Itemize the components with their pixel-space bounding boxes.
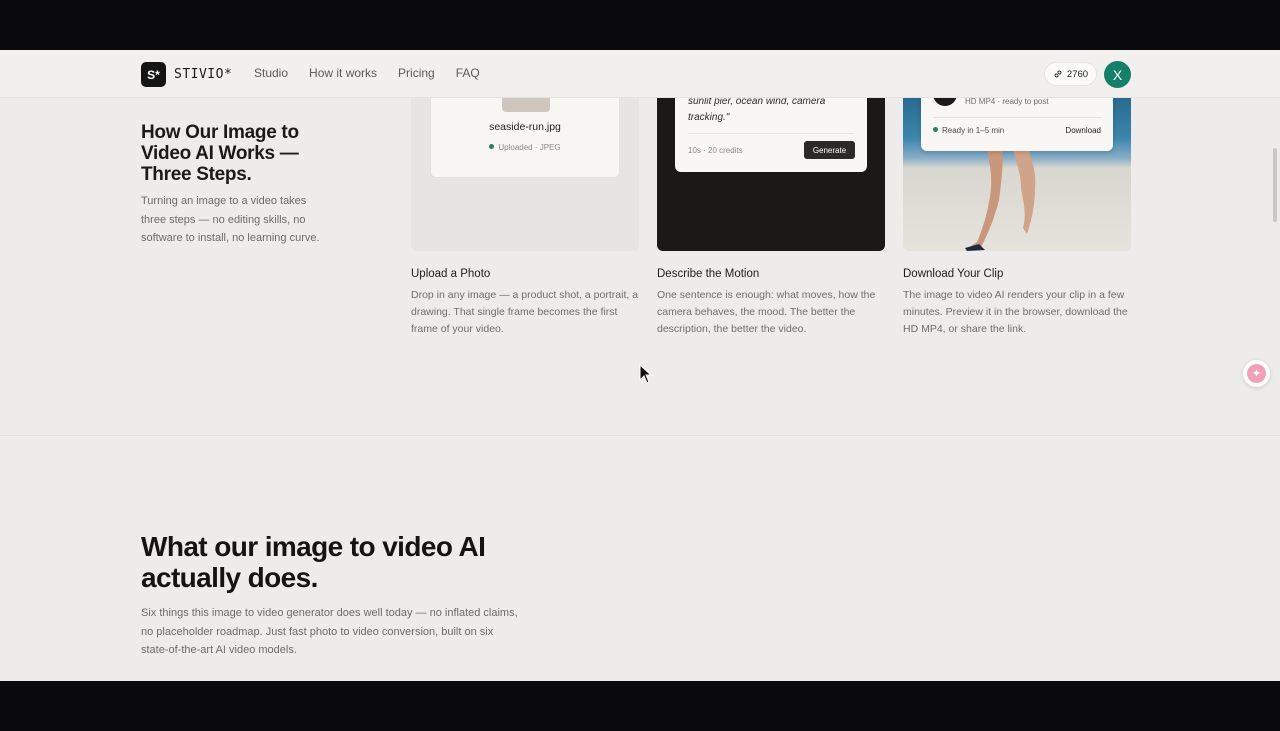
prompt-text: sunlit pier, ocean wind, camera tracking… — [688, 98, 826, 123]
step-description-upload: Drop in any image — a product shot, a po… — [411, 289, 639, 335]
ready-status: Ready in 1–5 min — [933, 126, 1004, 135]
step-title-download: Download Your Clip — [903, 268, 1004, 280]
file-format: HD MP4 · ready to post — [965, 98, 1049, 106]
step-description-download: The image to video AI renders your clip … — [903, 289, 1128, 335]
divider — [933, 117, 1101, 118]
floating-assistant-button[interactable]: ✦ — [1243, 360, 1270, 387]
features-description: Six things this image to video generator… — [141, 607, 518, 656]
sparkle-icon: ✦ — [1247, 364, 1266, 383]
features-title: What our image to video AI actually does… — [141, 531, 486, 593]
step-title-describe: Describe the Motion — [657, 268, 760, 280]
nav-link-how-it-works[interactable]: How it works — [309, 66, 377, 80]
video-thumbnail — [933, 98, 957, 106]
download-button[interactable]: Download — [1065, 126, 1101, 135]
logo-text: STIVIO* — [174, 67, 233, 82]
generate-button[interactable]: Generate — [804, 141, 855, 159]
upload-status: Uploaded · JPEG — [431, 143, 619, 152]
step-title-upload: Upload a Photo — [411, 268, 491, 280]
download-panel: HD MP4 · ready to post Ready in 1–5 min … — [921, 98, 1113, 151]
top-navigation: S* STIVIO* Studio How it works Pricing F… — [0, 50, 1280, 98]
divider — [688, 133, 854, 134]
nav-links: Studio How it works Pricing FAQ — [254, 66, 501, 80]
user-avatar[interactable]: X — [1104, 61, 1131, 88]
scrollbar-thumb[interactable] — [1273, 148, 1277, 222]
brand-logo[interactable]: S* STIVIO* — [141, 62, 232, 87]
nav-link-pricing[interactable]: Pricing — [398, 66, 435, 80]
status-dot — [933, 127, 938, 132]
link-icon — [1054, 70, 1062, 78]
nav-link-faq[interactable]: FAQ — [456, 66, 480, 80]
cursor-icon — [639, 364, 653, 384]
step-description-describe: One sentence is enough: what moves, how … — [657, 289, 876, 335]
page-viewport: S* STIVIO* Studio How it works Pricing F… — [0, 50, 1280, 681]
prompt-panel: sunlit pier, ocean wind, camera tracking… — [675, 98, 867, 172]
image-thumbnail — [502, 98, 550, 112]
upload-preview: seaside-run.jpg Uploaded · JPEG — [430, 98, 620, 178]
download-card: HD MP4 · ready to post Ready in 1–5 min … — [903, 98, 1131, 251]
runner-legs-image — [965, 150, 1036, 251]
credits-count: 2760 — [1066, 68, 1089, 80]
nav-link-studio[interactable]: Studio — [254, 66, 288, 80]
status-dot — [489, 144, 495, 149]
prompt-meta: 10s · 20 credits — [688, 146, 743, 155]
how-it-works-title: How Our Image to Video AI Works — Three … — [141, 122, 299, 185]
section-divider — [0, 435, 1280, 436]
credits-badge[interactable]: 2760 — [1044, 62, 1097, 86]
how-it-works-description: Turning an image to a video takes three … — [141, 195, 320, 244]
describe-card: sunlit pier, ocean wind, camera tracking… — [657, 98, 885, 251]
file-name: seaside-run.jpg — [489, 121, 561, 133]
logo-mark: S* — [141, 62, 166, 87]
upload-card: seaside-run.jpg Uploaded · JPEG — [411, 98, 639, 251]
